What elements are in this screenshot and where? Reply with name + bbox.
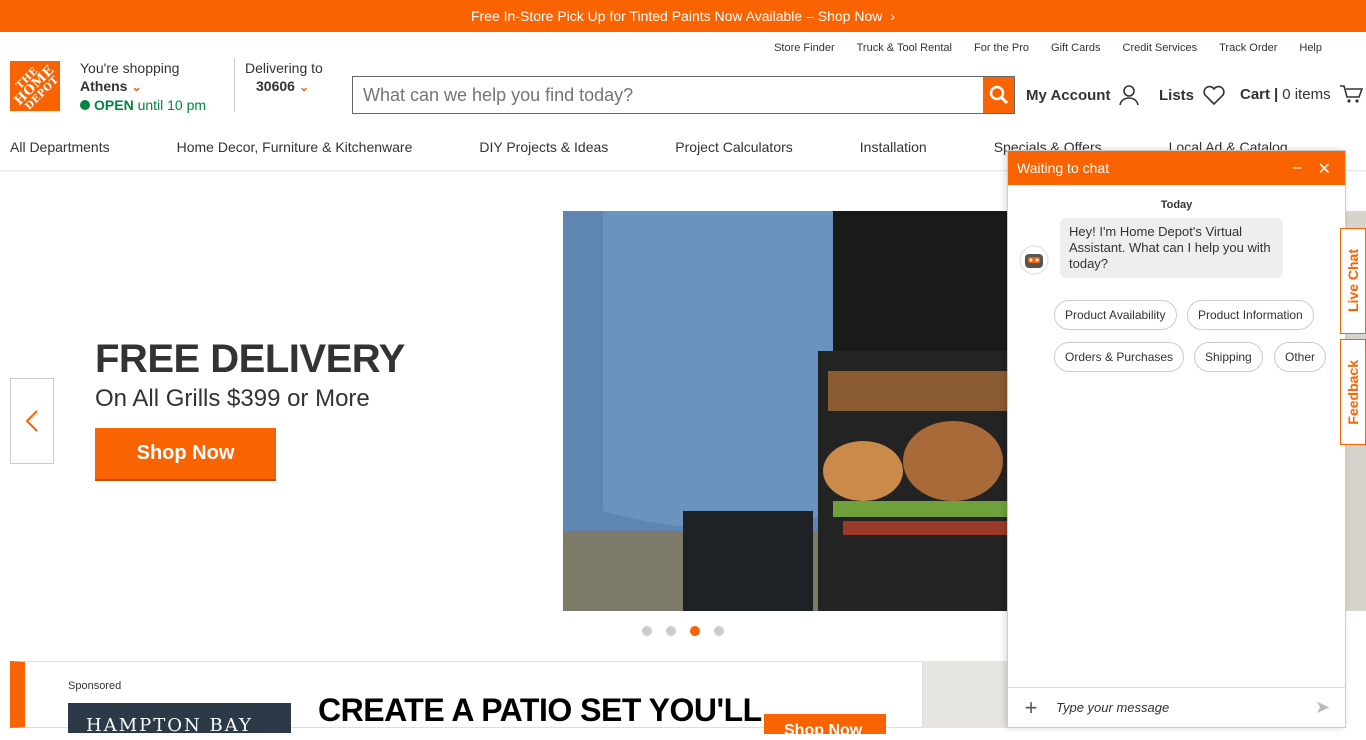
my-account-label: My Account — [1026, 86, 1111, 104]
send-icon[interactable]: ➤ — [1315, 697, 1345, 718]
util-link-gift-cards[interactable]: Gift Cards — [1051, 42, 1101, 54]
util-link-help[interactable]: Help — [1299, 42, 1322, 54]
minimize-icon[interactable]: – — [1293, 159, 1302, 179]
chevron-left-icon — [25, 410, 38, 432]
sponsored-banner[interactable]: Sponsored HAMPTON BAY CREATE A PATIO SET… — [10, 661, 923, 739]
carousel-prev-button[interactable] — [10, 378, 54, 464]
chip-orders-purchases[interactable]: Orders & Purchases — [1054, 342, 1185, 372]
open-status: OPEN — [94, 97, 134, 113]
util-link-truck-tool-rental[interactable]: Truck & Tool Rental — [857, 42, 952, 54]
carousel-dot[interactable] — [666, 626, 676, 636]
nav-all-departments[interactable]: All Departments — [10, 139, 110, 155]
nav-installation[interactable]: Installation — [860, 139, 927, 155]
hero-shop-now-button[interactable]: Shop Now — [95, 428, 276, 479]
cart-separator: | — [1274, 85, 1279, 103]
util-link-store-finder[interactable]: Store Finder — [774, 42, 835, 54]
delivery-selector[interactable]: Delivering to 30606 ⌄ — [245, 59, 323, 96]
brand-logo: HAMPTON BAY — [68, 703, 291, 736]
util-link-for-the-pro[interactable]: For the Pro — [974, 42, 1029, 54]
hero-grill-image[interactable] — [563, 211, 1007, 611]
open-status-icon — [80, 100, 90, 110]
chevron-right-icon: › — [890, 8, 896, 24]
cart-link[interactable]: Cart | 0 items — [1240, 84, 1363, 104]
sponsored-shop-now-button[interactable]: Shop Now — [764, 714, 886, 739]
store-selector[interactable]: You're shopping Athens ⌄ OPEN until 10 pm — [80, 59, 206, 114]
home-depot-logo[interactable]: THE HOME DEPOT — [10, 61, 61, 112]
live-chat-tab[interactable]: Live Chat — [1340, 228, 1366, 334]
cart-label: Cart — [1240, 85, 1271, 103]
carousel-dot[interactable] — [642, 626, 652, 636]
chip-product-availability[interactable]: Product Availability — [1054, 300, 1177, 330]
utility-nav: Store Finder Truck & Tool Rental For the… — [774, 42, 1322, 54]
chat-message-input[interactable]: Type your message — [1046, 700, 1315, 715]
store-city[interactable]: Athens — [80, 78, 127, 94]
nav-home-decor[interactable]: Home Decor, Furniture & Kitchenware — [177, 139, 413, 155]
carousel-dots — [642, 626, 724, 636]
chat-input-bar: + Type your message ➤ — [1008, 687, 1345, 727]
cart-count: 0 items — [1282, 85, 1331, 103]
sponsored-label: Sponsored — [68, 680, 122, 692]
delivery-zip[interactable]: 30606 — [256, 78, 295, 94]
store-hours: until 10 pm — [137, 97, 207, 113]
sponsored-image[interactable] — [923, 661, 1007, 728]
divider — [234, 58, 235, 112]
user-icon — [1119, 85, 1140, 106]
util-link-credit-services[interactable]: Credit Services — [1123, 42, 1198, 54]
search-input[interactable] — [353, 77, 983, 113]
cart-icon — [1339, 85, 1363, 103]
grill-illustration — [563, 211, 1007, 611]
chat-header: Waiting to chat – ✕ — [1008, 151, 1345, 185]
promo-text[interactable]: Free In-Store Pick Up for Tinted Paints … — [471, 8, 882, 24]
carousel-dot-active[interactable] — [690, 626, 700, 636]
live-chat-label: Live Chat — [1345, 249, 1361, 313]
search-bar — [352, 76, 1015, 114]
chat-date: Today — [1160, 199, 1193, 211]
sponsored-headline: CREATE A PATIO SET YOU'LL — [318, 692, 762, 728]
lists-link[interactable]: Lists — [1159, 84, 1226, 106]
close-icon[interactable]: ✕ — [1318, 159, 1331, 179]
search-button[interactable] — [983, 77, 1014, 113]
carousel-dot[interactable] — [714, 626, 724, 636]
heart-icon — [1203, 85, 1225, 106]
delivery-label: Delivering to — [245, 60, 323, 76]
chat-widget: Waiting to chat – ✕ Today Hey! I'm Home … — [1007, 150, 1346, 728]
search-icon — [989, 85, 1008, 105]
hero-title: FREE DELIVERY — [95, 337, 405, 381]
chevron-down-icon[interactable]: ⌄ — [299, 80, 309, 94]
chevron-down-icon[interactable]: ⌄ — [131, 80, 141, 94]
hero-subtitle: On All Grills $399 or More — [95, 385, 370, 412]
feedback-tab[interactable]: Feedback — [1340, 339, 1366, 445]
my-account-link[interactable]: My Account — [1026, 84, 1140, 106]
lists-label: Lists — [1159, 86, 1195, 104]
nav-diy-projects[interactable]: DIY Projects & Ideas — [479, 139, 608, 155]
promo-banner[interactable]: Free In-Store Pick Up for Tinted Paints … — [0, 0, 1366, 32]
util-link-track-order[interactable]: Track Order — [1219, 42, 1277, 54]
bot-message: Hey! I'm Home Depot's Virtual Assistant.… — [1060, 218, 1283, 278]
nav-project-calculators[interactable]: Project Calculators — [675, 139, 793, 155]
chat-title: Waiting to chat — [1017, 160, 1110, 176]
attach-plus-icon[interactable]: + — [1016, 695, 1046, 721]
feedback-label: Feedback — [1345, 359, 1361, 425]
chip-product-information[interactable]: Product Information — [1187, 300, 1314, 330]
store-label: You're shopping — [80, 60, 180, 76]
bot-avatar-icon — [1019, 245, 1049, 275]
chip-other[interactable]: Other — [1274, 342, 1327, 372]
chip-shipping[interactable]: Shipping — [1194, 342, 1263, 372]
